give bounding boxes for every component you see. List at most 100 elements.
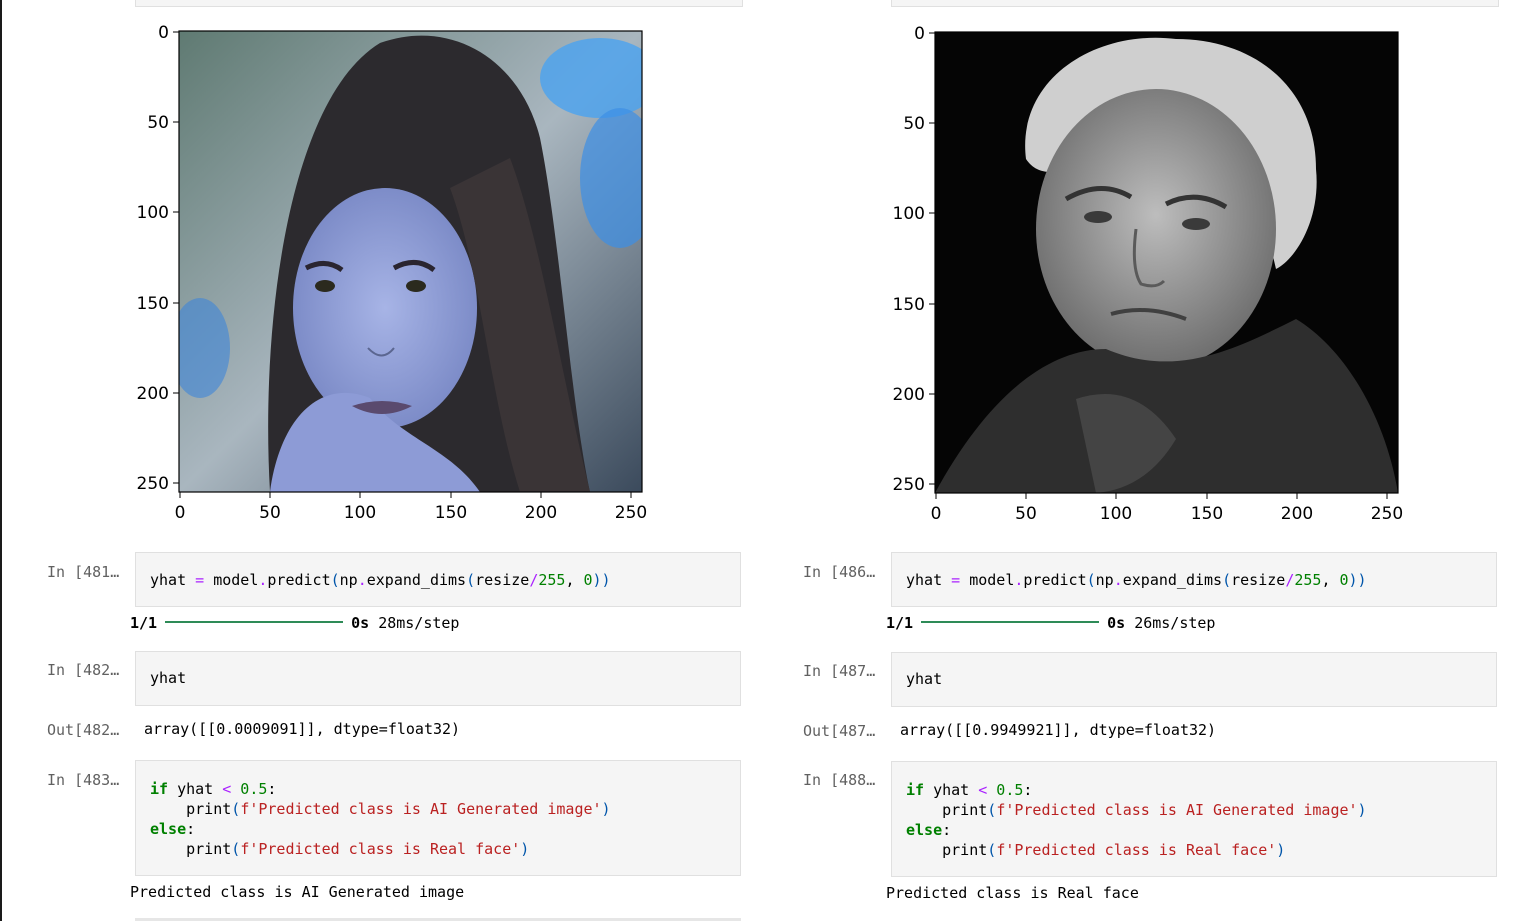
prediction-result: Predicted class is Real face <box>886 884 1139 902</box>
code-token: , <box>565 571 584 589</box>
code-token: : <box>186 820 196 838</box>
y-tick-label: 50 <box>903 114 925 134</box>
code-token: / <box>529 571 539 589</box>
y-tick-label: 150 <box>137 294 169 314</box>
code-token: ( <box>231 840 241 858</box>
x-tick-label: 0 <box>175 503 186 523</box>
code-token: ) <box>601 800 611 818</box>
code-token: 0.5 <box>987 781 1024 799</box>
code-token: ( <box>987 801 997 819</box>
progress-time: 0s <box>1107 614 1126 632</box>
code-token: = <box>951 571 961 589</box>
code-token: ( <box>987 841 997 859</box>
code-token: 255 <box>1294 571 1322 589</box>
x-tick-label: 250 <box>1371 504 1403 524</box>
code-line: yhat = model.predict(np.expand_dims(resi… <box>150 570 611 590</box>
code-cell-if[interactable]: if yhat < 0.5: print(f'Predicted class i… <box>891 761 1497 877</box>
cell-prompt: In [481… <box>47 563 120 581</box>
code-token: f'Predicted class is Real face' <box>996 841 1277 859</box>
code-token: if <box>150 780 169 798</box>
code-token: else <box>906 821 943 839</box>
code-cell-if[interactable]: if yhat < 0.5: print(f'Predicted class i… <box>135 760 741 876</box>
code-token: 0 <box>583 571 593 589</box>
code-token: yhat <box>150 571 196 589</box>
progress-output: 1/1 0s 26ms/step <box>886 614 1215 632</box>
code-token: f'Predicted class is AI Generated image' <box>240 800 602 818</box>
code-token: else <box>150 820 187 838</box>
code-line: print(f'Predicted class is AI Generated … <box>150 799 611 819</box>
x-tick-label: 100 <box>344 503 376 523</box>
x-axis: 0 50 100 150 200 250 <box>175 492 647 523</box>
y-tick-label: 0 <box>158 23 169 43</box>
code-token: < <box>978 781 988 799</box>
y-tick-label: 100 <box>137 203 169 223</box>
x-tick-label: 0 <box>931 504 942 524</box>
progress-step: 26ms/step <box>1134 614 1216 632</box>
cell-prompt: In [488… <box>803 771 876 789</box>
code-token: ( <box>1086 571 1096 589</box>
code-token: . <box>357 571 367 589</box>
code-token: , <box>1321 571 1340 589</box>
prediction-result: Predicted class is AI Generated image <box>130 883 465 901</box>
y-axis: 0 50 100 150 200 250 <box>893 24 935 495</box>
code-token: / <box>1285 571 1295 589</box>
code-token: model <box>204 571 259 589</box>
yhat-output: array([[0.9949921]], dtype=float32) <box>900 721 1217 739</box>
progress-time: 0s <box>351 614 370 632</box>
code-token: ) <box>520 840 530 858</box>
y-tick-label: 0 <box>914 24 925 44</box>
progress-step: 28ms/step <box>378 614 460 632</box>
y-tick-label: 200 <box>893 385 925 405</box>
code-token: ( <box>466 571 476 589</box>
code-line: print(f'Predicted class is Real face') <box>906 840 1285 860</box>
code-token: print <box>942 841 988 859</box>
code-token: resize <box>1231 571 1286 589</box>
y-tick-label: 50 <box>147 113 169 133</box>
y-axis: 0 50 100 150 200 250 <box>137 23 179 494</box>
code-token: 255 <box>538 571 566 589</box>
code-token: f'Predicted class is AI Generated image' <box>996 801 1358 819</box>
progress-bar <box>165 621 344 623</box>
code-cell-yhat[interactable]: yhat <box>891 652 1497 707</box>
code-token: 0.5 <box>231 780 268 798</box>
code-token: )) <box>1348 571 1367 589</box>
code-token: : <box>267 780 277 798</box>
code-cell-yhat[interactable]: yhat <box>135 651 741 706</box>
image-plot: 0 50 100 150 200 250 0 50 100 150 200 25… <box>876 19 1416 529</box>
code-line: yhat <box>150 669 187 687</box>
cell-prompt: In [483… <box>47 771 120 789</box>
x-tick-label: 200 <box>525 503 557 523</box>
code-line: print(f'Predicted class is AI Generated … <box>906 800 1366 820</box>
code-token: < <box>222 780 232 798</box>
code-line: else: <box>906 820 951 840</box>
old-man-portrait-image <box>935 32 1398 493</box>
code-token: print <box>186 840 232 858</box>
y-tick-label: 100 <box>893 204 925 224</box>
code-token: : <box>942 821 952 839</box>
progress-count: 1/1 <box>130 614 158 632</box>
code-token: predict <box>267 571 331 589</box>
code-token: . <box>1113 571 1123 589</box>
notebook-pane-right: 0 50 100 150 200 250 0 50 100 150 200 25… <box>756 0 1516 921</box>
code-token: = <box>195 571 205 589</box>
code-token: yhat <box>168 780 223 798</box>
plot-svg: 0 50 100 150 200 250 0 50 100 150 200 25… <box>137 23 648 523</box>
y-tick-label: 150 <box>893 295 925 315</box>
y-tick-label: 250 <box>137 474 169 494</box>
code-line: if yhat < 0.5: <box>150 779 276 799</box>
code-cell-predict[interactable]: yhat = model.predict(np.expand_dims(resi… <box>891 552 1497 607</box>
progress-bar <box>921 621 1100 623</box>
x-tick-label: 100 <box>1100 504 1132 524</box>
code-cell-predict[interactable]: yhat = model.predict(np.expand_dims(resi… <box>135 552 741 607</box>
previous-cell-bottom <box>891 0 1499 7</box>
woman-portrait-image <box>179 31 642 492</box>
x-tick-label: 200 <box>1281 504 1313 524</box>
out-prompt: Out[482… <box>47 721 120 739</box>
y-tick-label: 200 <box>137 384 169 404</box>
image-plot: 0 50 100 150 200 250 0 50 100 150 200 25… <box>120 18 660 528</box>
code-token: : <box>1023 781 1033 799</box>
out-prompt: Out[487… <box>803 722 876 740</box>
